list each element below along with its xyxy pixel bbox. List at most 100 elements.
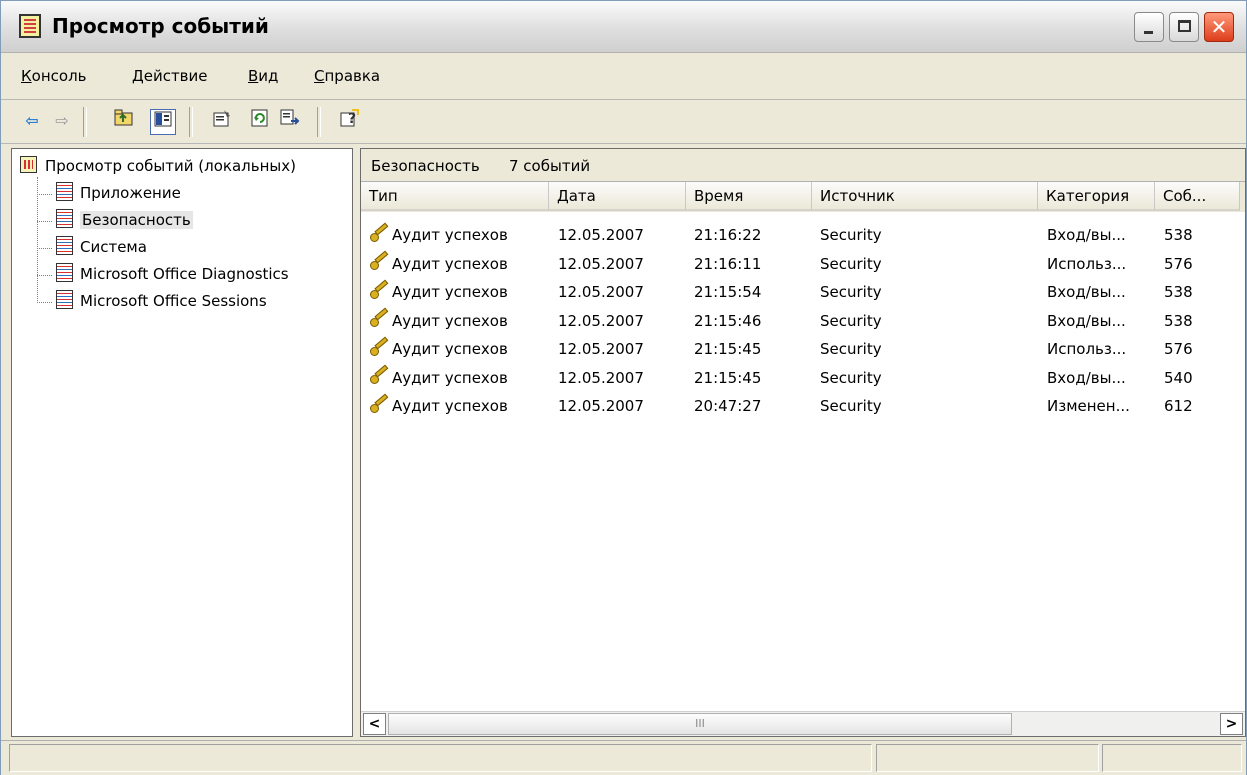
cell-event: 538 xyxy=(1164,226,1193,244)
cell-type: Аудит успехов xyxy=(369,283,508,302)
cell-type: Аудит успехов xyxy=(369,397,508,416)
column-header-date[interactable]: Дата xyxy=(549,182,686,211)
status-cell-secondary xyxy=(876,744,1099,772)
audit-success-key-icon xyxy=(369,282,389,300)
cell-category: Вход/вы... xyxy=(1047,283,1126,301)
cell-time: 21:15:45 xyxy=(694,340,762,358)
tree-item-security[interactable]: Безопасность xyxy=(56,209,193,230)
cell-source: Security xyxy=(820,397,882,415)
audit-success-key-icon xyxy=(369,225,389,243)
audit-success-key-icon xyxy=(369,339,389,357)
column-header-category[interactable]: Категория xyxy=(1038,182,1155,211)
scroll-left-button[interactable]: < xyxy=(363,713,386,735)
cell-category: Использ... xyxy=(1047,340,1127,358)
svg-text:?: ? xyxy=(348,111,356,127)
cell-date: 12.05.2007 xyxy=(558,311,644,330)
cell-date: 12.05.2007 xyxy=(558,226,644,244)
table-row[interactable]: Аудит успехов 12.05.2007 21:15:54 Security В… xyxy=(361,278,1245,306)
minimize-button[interactable] xyxy=(1134,12,1164,42)
cell-time: 21:16:22 xyxy=(694,226,762,244)
cell-type: Аудит успехов xyxy=(369,340,508,359)
cell-type-label: Аудит успехов xyxy=(392,254,508,273)
event-log-icon xyxy=(56,236,73,255)
help-icon[interactable]: ? xyxy=(337,109,363,135)
console-tree-pane: Просмотр событий (локальных) Приложение … xyxy=(11,148,353,737)
cell-category: Вход/вы... xyxy=(1047,368,1126,387)
column-header-event[interactable]: Соб... xyxy=(1155,182,1240,211)
cell-category: Вход/вы... xyxy=(1047,311,1126,330)
show-hide-tree-icon[interactable] xyxy=(150,109,176,135)
cell-source: Security xyxy=(820,368,882,387)
cell-type-label: Аудит успехов xyxy=(392,283,508,301)
cell-type: Аудит успехов xyxy=(369,369,508,388)
event-log-icon xyxy=(56,182,73,201)
tree-connector xyxy=(37,275,52,276)
tree-item-system[interactable]: Система xyxy=(56,236,147,257)
toolbar-separator xyxy=(317,107,321,137)
close-button[interactable]: ✕ xyxy=(1204,12,1234,42)
cell-event: 612 xyxy=(1164,397,1193,415)
security-log-icon xyxy=(56,209,73,228)
cell-time: 20:47:27 xyxy=(694,397,762,415)
horizontal-scrollbar[interactable]: < III > xyxy=(361,711,1245,736)
refresh-icon[interactable] xyxy=(247,109,273,135)
cell-category: Вход/вы... xyxy=(1047,226,1126,244)
tree-item-office-sessions[interactable]: Microsoft Office Sessions xyxy=(56,290,267,311)
cell-type-label: Аудит успехов xyxy=(392,397,508,415)
audit-success-key-icon xyxy=(369,396,389,414)
table-row[interactable]: Аудит успехов 12.05.2007 21:16:22 Security В… xyxy=(361,221,1245,249)
audit-success-key-icon xyxy=(369,310,389,328)
properties-icon[interactable] xyxy=(209,109,235,135)
menu-console[interactable]: Консоль xyxy=(21,67,87,85)
event-count: 7 событий xyxy=(509,157,591,175)
forward-arrow-icon[interactable]: ⇨ xyxy=(49,109,75,135)
tree-root-event-viewer[interactable]: Просмотр событий (локальных) xyxy=(20,156,296,175)
cell-source: Security xyxy=(820,311,882,330)
tree-item-application[interactable]: Приложение xyxy=(56,182,181,203)
table-row[interactable]: Аудит успехов 12.05.2007 20:47:27 Security И… xyxy=(361,392,1245,420)
table-row[interactable]: Аудит успехов 12.05.2007 21:15:45 Security В… xyxy=(361,364,1245,392)
export-list-icon[interactable] xyxy=(277,109,303,135)
status-bar xyxy=(1,740,1246,775)
status-cell-tertiary xyxy=(1102,744,1242,772)
column-headers: Тип Дата Время Источник Категория Соб... xyxy=(361,182,1245,212)
scroll-thumb[interactable]: III xyxy=(388,713,1012,735)
event-viewer-app-icon[interactable] xyxy=(19,14,41,38)
cell-date: 12.05.2007 xyxy=(558,254,644,273)
cell-type-label: Аудит успехов xyxy=(392,311,508,330)
pane-header: Безопасность 7 событий xyxy=(361,149,1245,182)
column-header-type[interactable]: Тип xyxy=(361,182,549,211)
column-header-source[interactable]: Источник xyxy=(812,182,1038,211)
table-row[interactable]: Аудит успехов 12.05.2007 21:15:46 Security В… xyxy=(361,307,1245,335)
table-row[interactable]: Аудит успехов 12.05.2007 21:15:45 Security И… xyxy=(361,335,1245,363)
scroll-right-button[interactable]: > xyxy=(1220,713,1243,735)
tree-connector xyxy=(37,221,52,222)
cell-date: 12.05.2007 xyxy=(558,283,644,301)
cell-type: Аудит успехов xyxy=(369,312,508,331)
cell-category: Использ... xyxy=(1047,254,1127,273)
maximize-button[interactable] xyxy=(1169,12,1199,42)
tree-connector xyxy=(37,177,38,303)
table-row[interactable]: Аудит успехов 12.05.2007 21:16:11 Security И… xyxy=(361,250,1245,278)
cell-time: 21:15:54 xyxy=(694,283,762,301)
menu-action[interactable]: Действие xyxy=(132,67,208,85)
cell-event: 576 xyxy=(1164,340,1193,358)
menu-help[interactable]: Справка xyxy=(314,67,380,85)
menu-view[interactable]: Вид xyxy=(248,67,278,85)
minimize-icon xyxy=(1135,13,1163,41)
cell-source: Security xyxy=(820,283,882,301)
up-folder-icon[interactable] xyxy=(111,109,137,135)
tree-item-office-diagnostics[interactable]: Microsoft Office Diagnostics xyxy=(56,263,289,284)
cell-date: 12.05.2007 xyxy=(558,397,644,415)
column-header-time[interactable]: Время xyxy=(686,182,812,211)
event-log-icon xyxy=(56,290,73,309)
cell-type: Аудит успехов xyxy=(369,255,508,274)
audit-success-key-icon xyxy=(369,253,389,271)
status-cell-main xyxy=(9,744,872,772)
cell-source: Security xyxy=(820,226,882,244)
events-list-pane: Безопасность 7 событий Тип Дата Время Ис… xyxy=(360,148,1246,737)
title-bar[interactable]: Просмотр событий ✕ xyxy=(1,1,1246,53)
back-arrow-icon[interactable]: ⇦ xyxy=(19,109,45,135)
toolbar-separator xyxy=(83,107,87,137)
cell-type-label: Аудит успехов xyxy=(392,368,508,387)
